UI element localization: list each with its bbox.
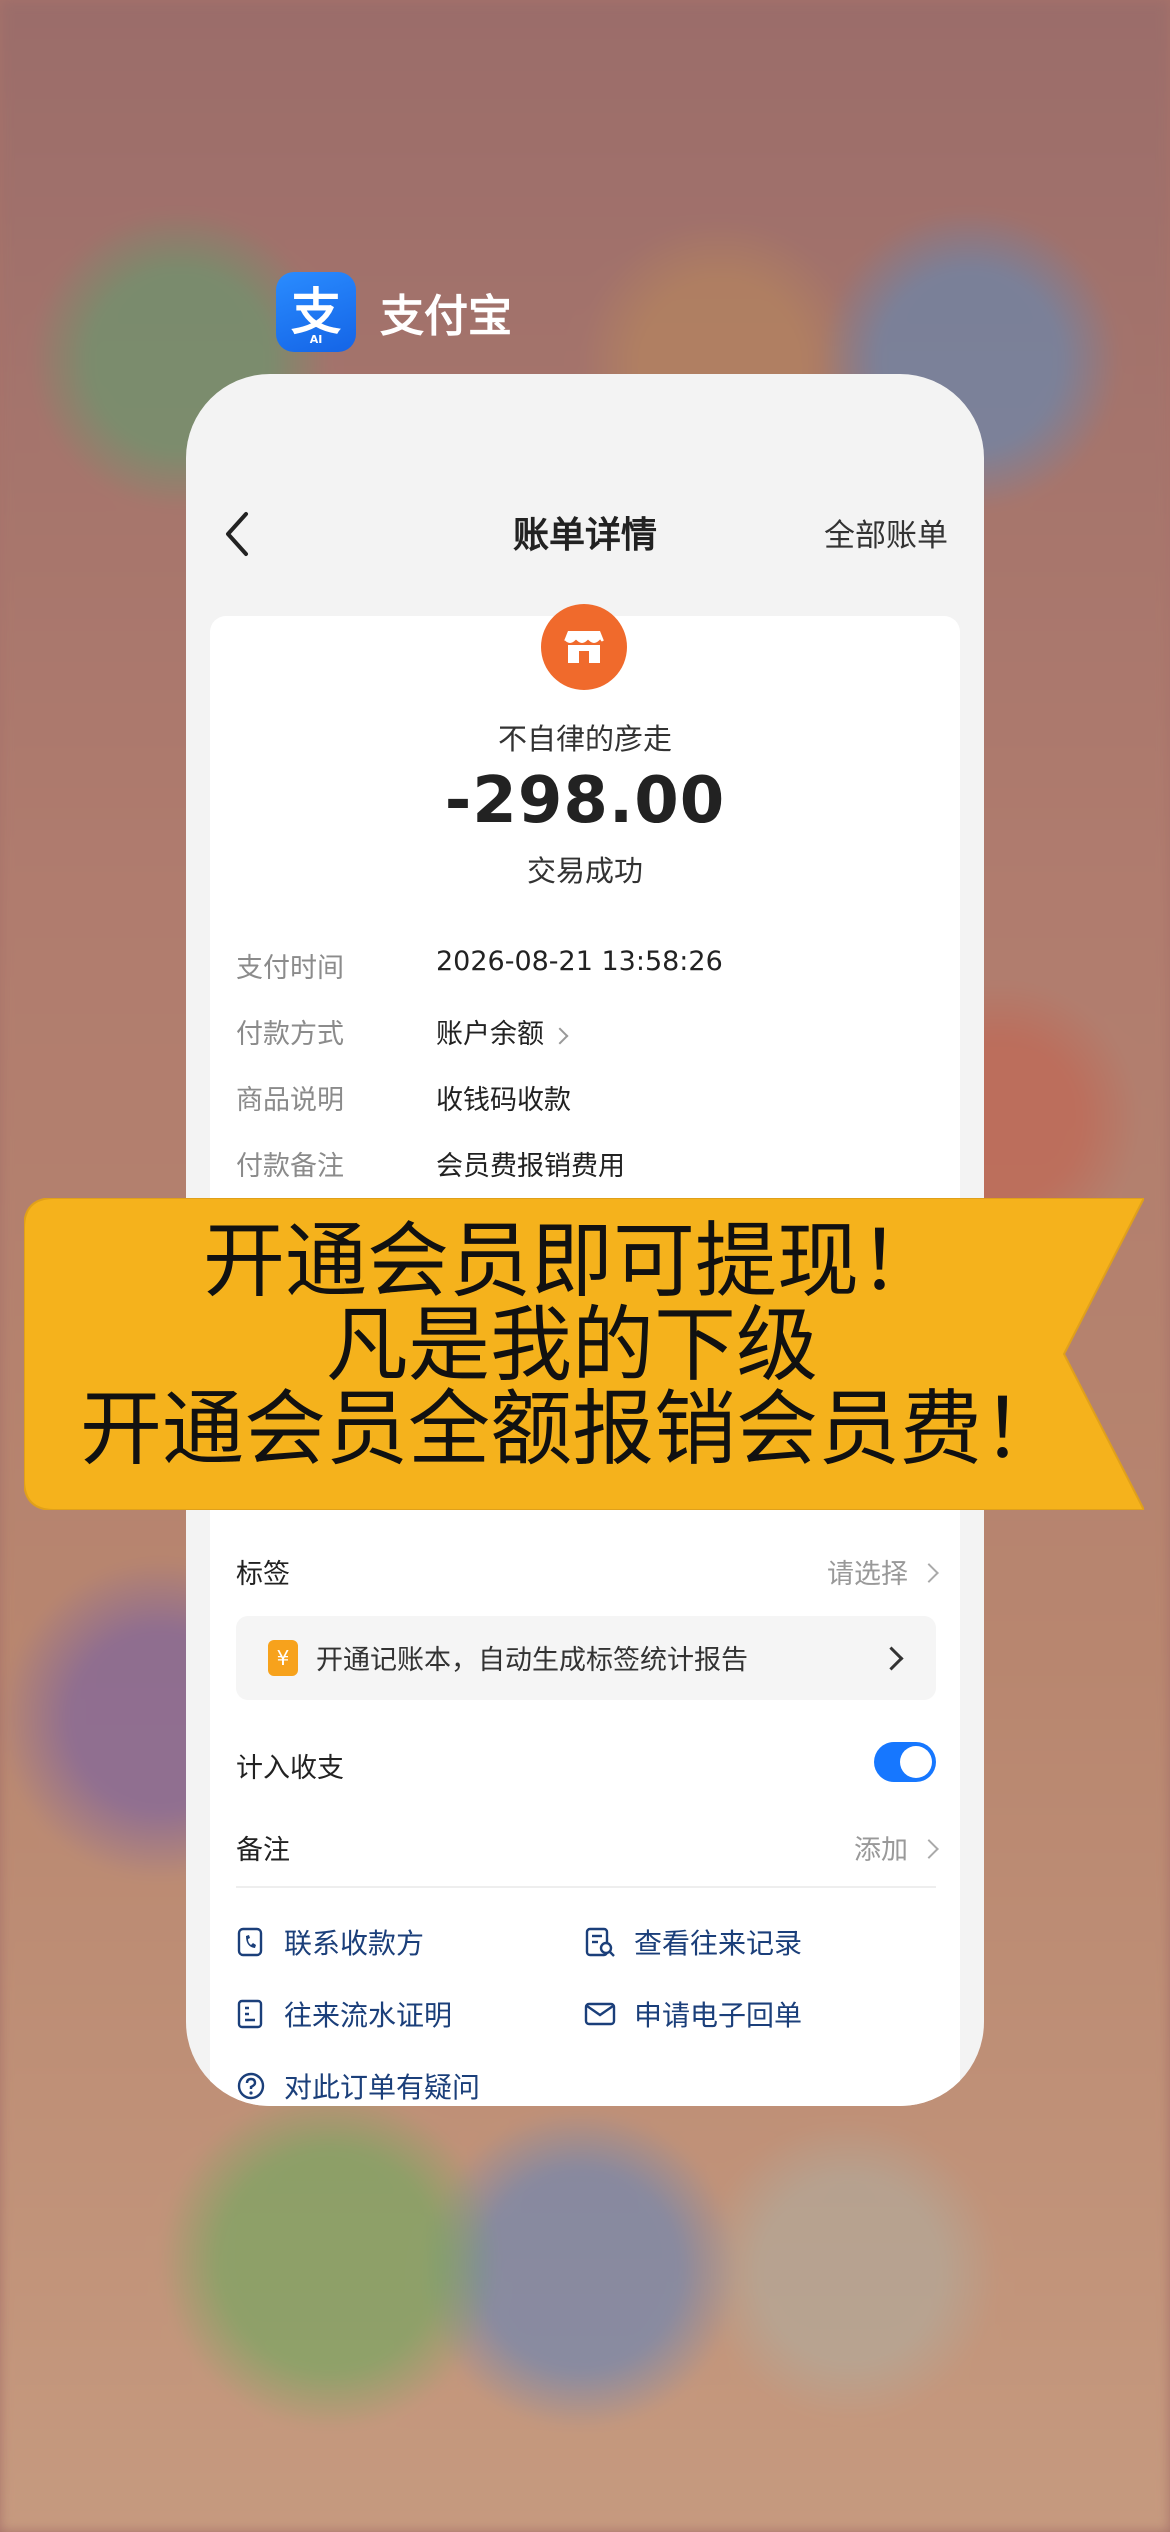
banner-line-3: 开通会员全额报销会员费！ <box>79 1382 1064 1477</box>
action-label: 往来流水证明 <box>284 1999 453 2032</box>
detail-value: 会员费报销费用 <box>436 1151 625 1182</box>
note-label: 备注 <box>236 1835 290 1866</box>
tag-label: 标签 <box>236 1559 290 1590</box>
chevron-right-icon <box>551 1027 569 1044</box>
phone-icon <box>237 1927 263 1957</box>
action-label: 查看往来记录 <box>634 1927 803 1960</box>
chevron-right-icon <box>879 1646 904 1671</box>
order-question-button[interactable]: 对此订单有疑问 <box>236 2066 480 2106</box>
chevron-right-icon <box>919 1839 939 1859</box>
count-in-balance-row: 计入收支 <box>236 1742 936 1785</box>
store-icon <box>541 604 627 690</box>
detail-row-payment-method[interactable]: 付款方式 账户余额 <box>236 1012 936 1051</box>
app-icon-badge: AI <box>309 333 323 346</box>
detail-value: 2026-08-21 13:58:26 <box>436 946 723 977</box>
envelope-icon <box>584 2002 616 2026</box>
detail-label: 支付时间 <box>236 953 344 984</box>
bookkeeping-icon: ¥ <box>268 1640 298 1676</box>
count-label: 计入收支 <box>236 1753 344 1784</box>
note-row[interactable]: 备注 添加 <box>236 1828 939 1867</box>
detail-value: 收钱码收款 <box>436 1085 571 1116</box>
app-switcher-header[interactable]: 支 AI 支付宝 <box>276 272 512 352</box>
app-name: 支付宝 <box>380 291 512 342</box>
chevron-right-icon <box>919 1563 939 1583</box>
divider <box>236 1886 936 1888</box>
bookkeeping-promo[interactable]: ¥ 开通记账本，自动生成标签统计报告 <box>236 1616 936 1700</box>
action-label: 申请电子回单 <box>634 1999 803 2032</box>
merchant-name: 不自律的彦走 <box>497 722 672 756</box>
detail-value: 账户余额 <box>436 1019 544 1050</box>
records-icon <box>585 1927 615 1957</box>
count-toggle[interactable] <box>874 1742 936 1782</box>
action-label: 对此订单有疑问 <box>284 2071 481 2104</box>
tag-value: 请选择 <box>827 1559 908 1590</box>
detail-label: 付款备注 <box>236 1151 344 1182</box>
amount: -298.00 <box>444 764 726 838</box>
banner-line-1: 开通会员即可提现！ <box>202 1214 941 1309</box>
question-icon <box>237 2072 265 2100</box>
alipay-icon: 支 AI <box>276 272 356 352</box>
promo-text: 开通记账本，自动生成标签统计报告 <box>316 1645 748 1676</box>
detail-row-product: 商品说明 收钱码收款 <box>236 1078 936 1117</box>
statement-icon <box>237 1999 263 2029</box>
detail-row-remark: 付款备注 会员费报销费用 <box>236 1144 936 1183</box>
promo-overlay-banner: 开通会员即可提现！ 凡是我的下级 开通会员全额报销会员费！ <box>24 1198 1144 1510</box>
contact-payee-button[interactable]: 联系收款方 <box>236 1922 424 1962</box>
note-value: 添加 <box>854 1835 908 1866</box>
banner-line-2: 凡是我的下级 <box>325 1298 818 1393</box>
nav-bar: 账单详情 全部账单 <box>186 486 984 582</box>
transaction-status: 交易成功 <box>526 854 643 888</box>
detail-label: 付款方式 <box>236 1019 344 1050</box>
detail-row-pay-time: 支付时间 2026-08-21 13:58:26 <box>236 946 936 985</box>
detail-label: 商品说明 <box>236 1085 344 1116</box>
tag-row[interactable]: 标签 请选择 <box>236 1552 939 1591</box>
action-label: 联系收款方 <box>284 1927 425 1960</box>
view-records-button[interactable]: 查看往来记录 <box>584 1922 802 1962</box>
e-receipt-button[interactable]: 申请电子回单 <box>584 1994 802 2034</box>
statement-proof-button[interactable]: 往来流水证明 <box>236 1994 452 2034</box>
all-bills-link[interactable]: 全部账单 <box>824 510 948 555</box>
